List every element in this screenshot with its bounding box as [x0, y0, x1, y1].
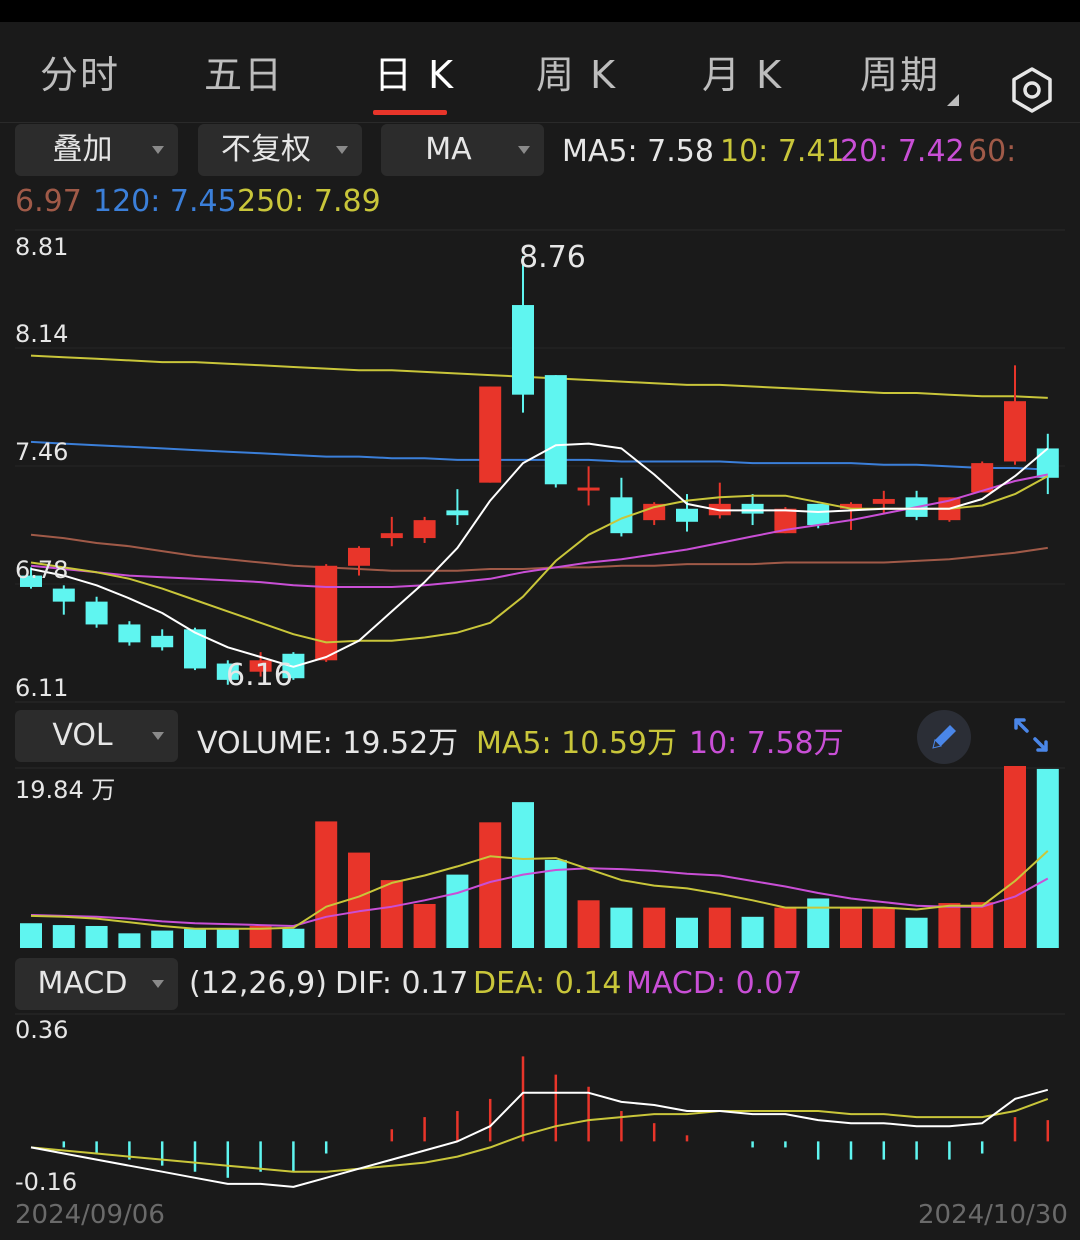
- volume-bar: [577, 900, 600, 948]
- caret-down-icon: [152, 980, 164, 988]
- candle-body: [676, 508, 698, 522]
- volume-bar: [741, 916, 764, 948]
- volume-bar: [905, 917, 928, 948]
- candle-body: [872, 498, 895, 504]
- volume-bar: [774, 907, 797, 948]
- caret-down-icon: [152, 732, 164, 740]
- pencil-icon: [932, 725, 956, 749]
- volume-bar: [380, 880, 403, 948]
- ma20-line: [30, 473, 1048, 588]
- volume-max-label: 19.84 万: [15, 776, 116, 804]
- volume-bar: [20, 923, 42, 948]
- dea-line: [30, 1097, 1049, 1173]
- volume-bar: [1004, 766, 1026, 948]
- candle-body: [479, 386, 502, 483]
- low-price-annotation: 6.16: [226, 658, 293, 693]
- candle-body: [118, 624, 141, 643]
- candle-body: [577, 487, 600, 491]
- kline-chart-canvas[interactable]: [0, 0, 1080, 1240]
- vol-dropdown[interactable]: VOL: [15, 710, 178, 762]
- volume-bar: [807, 898, 830, 948]
- vol-label: VOL: [52, 718, 113, 753]
- ma60-line: [30, 533, 1048, 572]
- stock-chart-app: 分时 五日 日 K 周 K 月 K 周期 叠加 不复权 MA MA5: 7.58…: [0, 0, 1080, 1240]
- candle-body: [807, 503, 830, 526]
- volume-bar: [85, 925, 108, 948]
- macd-dropdown[interactable]: MACD: [15, 958, 178, 1010]
- dea-legend: DEA: 0.14: [473, 966, 622, 1001]
- volume-bar: [52, 925, 75, 948]
- volume-bar: [446, 874, 469, 948]
- candle-body: [1036, 448, 1059, 478]
- candle-body: [1004, 401, 1026, 462]
- price-tick-label: 8.81: [15, 233, 69, 261]
- volume-bar: [216, 928, 239, 948]
- volume-bar: [348, 852, 370, 948]
- volume-bar: [544, 859, 567, 948]
- expand-icon[interactable]: [1012, 716, 1050, 758]
- volume-bar: [413, 903, 436, 948]
- dif-legend: DIF: 0.17: [335, 966, 469, 1001]
- volume-bar: [676, 917, 698, 948]
- vol-ma5-legend: MA5: 10.59万: [476, 726, 678, 761]
- candle-body: [741, 503, 764, 514]
- price-tick-label: 6.78: [15, 556, 69, 584]
- candle-body: [315, 565, 338, 661]
- edit-pencil-button[interactable]: [917, 710, 971, 764]
- start-date-label: 2024/09/06: [15, 1200, 165, 1230]
- volume-bar: [643, 907, 666, 948]
- dif-line: [30, 1088, 1049, 1188]
- macd-label: MACD: [37, 966, 128, 1001]
- price-tick-label: 7.46: [15, 438, 69, 466]
- volume-bar: [151, 930, 174, 948]
- candle-body: [151, 635, 174, 648]
- macd-params: (12,26,9): [189, 966, 327, 1001]
- candle-body: [413, 520, 436, 539]
- volume-bar: [938, 903, 961, 948]
- price-tick-label: 6.11: [15, 674, 69, 702]
- volume-ma5-line: [30, 850, 1049, 930]
- macd-tick-label: -0.16: [15, 1168, 78, 1196]
- volume-bar: [184, 928, 206, 948]
- volume-bar: [118, 933, 141, 948]
- ma250-line: [30, 354, 1048, 399]
- volume-bar: [971, 902, 994, 948]
- volume-bar: [315, 821, 338, 948]
- macd-tick-label: 0.36: [15, 1016, 69, 1044]
- candle-body: [512, 305, 534, 395]
- volume-ma10-line: [30, 867, 1049, 927]
- ma120-line: [30, 440, 1048, 471]
- end-date-label: 2024/10/30: [918, 1200, 1068, 1230]
- candle-body: [52, 588, 75, 602]
- candle-body: [85, 601, 108, 625]
- candle-body: [544, 375, 567, 485]
- candle-body: [446, 510, 469, 516]
- volume-bar: [610, 907, 633, 948]
- volume-bar: [708, 907, 731, 948]
- volume-legend: VOLUME: 19.52万: [197, 726, 459, 761]
- vol-ma10-legend: 10: 7.58万: [689, 726, 844, 761]
- price-tick-label: 8.14: [15, 320, 69, 348]
- volume-bar: [282, 928, 305, 948]
- volume-bar: [840, 907, 862, 948]
- high-price-annotation: 8.76: [519, 240, 586, 275]
- candle-body: [380, 533, 403, 539]
- ma10-line: [30, 475, 1049, 644]
- candle-body: [348, 547, 370, 566]
- volume-bar: [872, 907, 895, 948]
- macd-legend-value: MACD: 0.07: [626, 966, 803, 1001]
